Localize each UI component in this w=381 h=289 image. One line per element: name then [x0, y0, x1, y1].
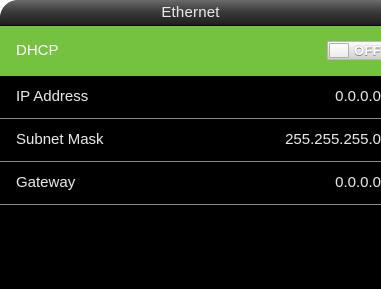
ip-address-value: 0.0.0.0	[335, 88, 381, 105]
page-title: Ethernet	[161, 4, 220, 21]
device-display: Ethernet DHCP OFF IP Address 0.0.0.0 Sub…	[0, 0, 381, 289]
gateway-label: Gateway	[16, 174, 76, 191]
settings-row-dhcp[interactable]: DHCP OFF	[0, 26, 381, 76]
settings-row-ip-address[interactable]: IP Address 0.0.0.0	[0, 76, 381, 119]
gateway-value: 0.0.0.0	[335, 174, 381, 191]
dhcp-toggle[interactable]: OFF	[327, 41, 381, 60]
screen: Ethernet DHCP OFF IP Address 0.0.0.0 Sub…	[0, 0, 381, 289]
ip-address-label: IP Address	[16, 88, 89, 105]
toggle-knob	[329, 43, 349, 58]
settings-row-gateway[interactable]: Gateway 0.0.0.0	[0, 162, 381, 205]
subnet-mask-label: Subnet Mask	[16, 131, 104, 148]
subnet-mask-value: 255.255.255.0	[285, 131, 381, 148]
toggle-state-text: OFF	[354, 43, 381, 58]
settings-row-subnet-mask[interactable]: Subnet Mask 255.255.255.0	[0, 119, 381, 162]
title-bar: Ethernet	[0, 0, 381, 26]
dhcp-label: DHCP	[16, 42, 59, 59]
